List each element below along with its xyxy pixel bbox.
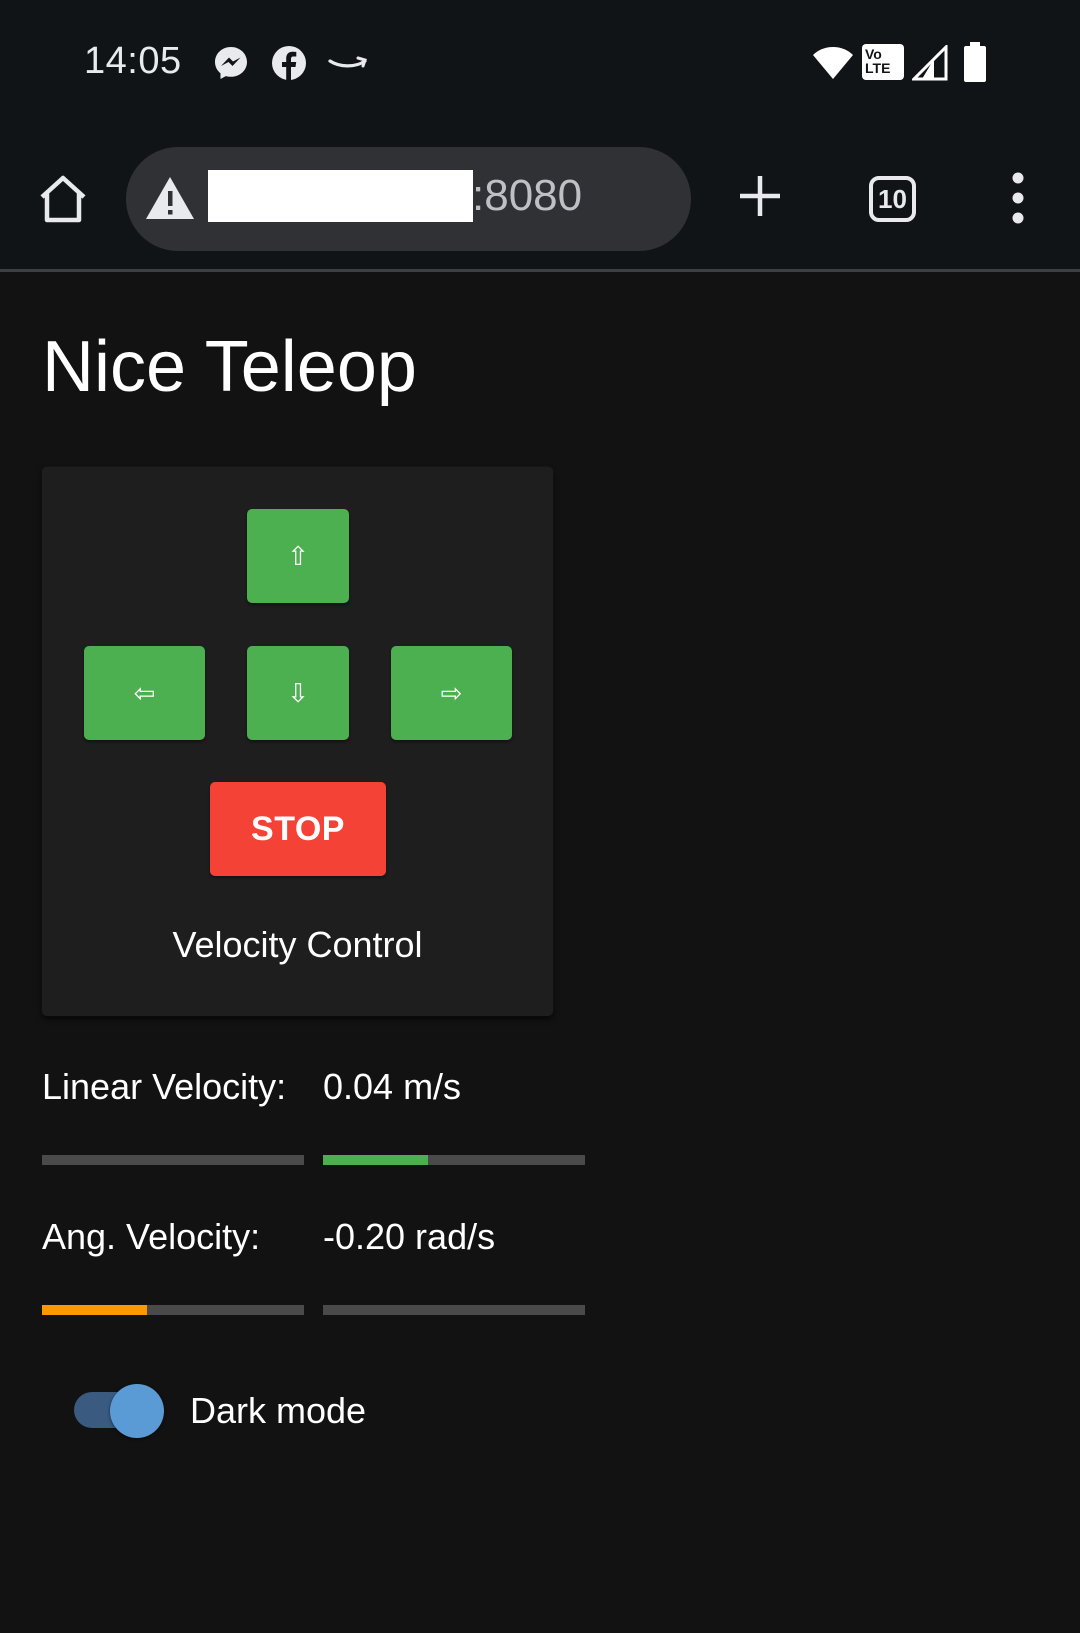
linear-velocity-positive-fill: [323, 1155, 428, 1165]
address-bar[interactable]: :8080: [126, 147, 691, 251]
signal-icon: [912, 45, 948, 81]
dark-mode-toggle[interactable]: [74, 1384, 166, 1440]
overflow-menu-icon[interactable]: [1000, 170, 1036, 226]
turn-left-button[interactable]: ⇦: [84, 646, 205, 740]
velocity-control-card: ⇧ ⇦ ⇩ ⇨ STOP Velocity Control: [42, 467, 553, 1016]
linear-velocity-value: 0.04 m/s: [323, 1066, 462, 1107]
dark-mode-toggle-thumb[interactable]: [110, 1384, 164, 1438]
forward-button[interactable]: ⇧: [247, 509, 349, 603]
url-port: :8080: [472, 171, 583, 220]
battery-icon: [964, 42, 986, 82]
stop-button[interactable]: STOP: [210, 782, 386, 876]
backward-arrow-icon: ⇩: [287, 677, 309, 708]
linear-velocity-negative-bar: [42, 1155, 304, 1165]
new-tab-icon[interactable]: [734, 170, 786, 222]
dark-mode-label: Dark mode: [190, 1390, 367, 1431]
linear-velocity-label: Linear Velocity:: [42, 1066, 287, 1107]
status-bar: 14:05 Vo LTE: [0, 0, 1080, 130]
forward-arrow-icon: ⇧: [287, 540, 309, 571]
turn-right-button[interactable]: ⇨: [391, 646, 512, 740]
amazon-icon: [328, 56, 367, 68]
browser-toolbar: :8080 10: [0, 130, 1080, 272]
messenger-icon: [215, 47, 247, 79]
wifi-icon: [813, 47, 853, 79]
angular-velocity-label: Ang. Velocity:: [42, 1216, 261, 1257]
backward-button[interactable]: ⇩: [247, 646, 349, 740]
angular-velocity-negative-bar: [42, 1305, 304, 1315]
angular-velocity-negative-fill: [42, 1305, 147, 1315]
right-arrow-icon: ⇨: [440, 677, 463, 708]
home-icon[interactable]: [36, 172, 90, 226]
tab-count: 10: [878, 183, 907, 214]
angular-velocity-positive-bar: [323, 1305, 585, 1315]
tab-switcher-button[interactable]: 10: [869, 176, 916, 222]
angular-velocity-value: -0.20 rad/s: [323, 1216, 496, 1257]
page-title: Nice Teleop: [42, 327, 417, 407]
left-arrow-icon: ⇦: [133, 677, 156, 708]
status-time: 14:05: [84, 40, 182, 82]
url-redacted-host: [208, 170, 473, 222]
facebook-icon: [272, 46, 306, 80]
volte-icon: Vo LTE: [862, 44, 904, 80]
linear-velocity-positive-bar: [323, 1155, 585, 1165]
not-secure-warning-icon[interactable]: [144, 173, 196, 225]
velocity-control-caption: Velocity Control: [172, 924, 423, 965]
